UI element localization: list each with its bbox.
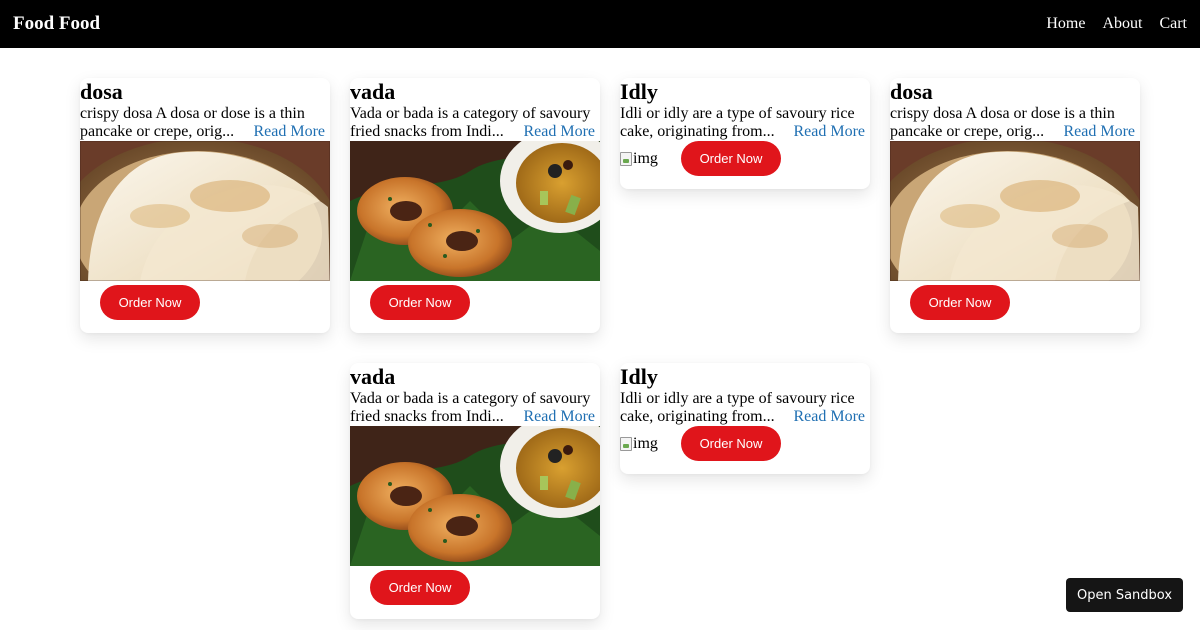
read-more-link[interactable]: Read More [519,408,595,426]
read-more-link[interactable]: Read More [789,123,865,141]
food-card-dosa: dosa crispy dosa A dosa or dose is a thi… [80,78,330,333]
broken-image-icon [620,436,632,451]
card-description: Idli or idly are a type of savoury rice … [620,105,865,141]
vada-image [350,141,600,281]
food-card-idly: Idly Idli or idly are a type of savoury … [620,363,870,474]
order-now-button[interactable]: Order Now [681,426,781,461]
card-title: vada [350,79,396,104]
card-description: crispy dosa A dosa or dose is a thin pan… [890,105,1135,141]
food-card-vada: vada Vada or bada is a category of savou… [350,363,600,619]
read-more-link[interactable]: Read More [519,123,595,141]
order-now-button[interactable]: Order Now [681,141,781,176]
order-now-button[interactable]: Order Now [370,570,470,605]
vada-image [350,426,600,566]
nav-link-about[interactable]: About [1102,15,1142,33]
card-title: Idly [620,364,658,389]
food-card-vada: vada Vada or bada is a category of savou… [350,78,600,333]
card-description: Idli or idly are a type of savoury rice … [620,390,865,426]
order-now-button[interactable]: Order Now [370,285,470,320]
nav-links: Home About Cart [1046,15,1187,33]
card-title: vada [350,364,396,389]
food-card-idly: Idly Idli or idly are a type of savoury … [620,78,870,189]
card-description: Vada or bada is a category of savoury fr… [350,390,595,426]
dosa-image [80,141,330,281]
card-title: dosa [890,79,933,104]
nav-link-home[interactable]: Home [1046,15,1085,33]
card-description: crispy dosa A dosa or dose is a thin pan… [80,105,325,141]
navbar: Food Food Home About Cart [0,0,1200,48]
broken-image-icon [620,151,632,166]
card-title: dosa [80,79,123,104]
nav-link-cart[interactable]: Cart [1159,15,1187,33]
card-title: Idly [620,79,658,104]
brand-logo[interactable]: Food Food [13,13,100,35]
read-more-link[interactable]: Read More [249,123,325,141]
dosa-image [890,141,1140,281]
read-more-link[interactable]: Read More [789,408,865,426]
read-more-link[interactable]: Read More [1059,123,1135,141]
broken-image: img [620,150,681,168]
food-card-dosa: dosa crispy dosa A dosa or dose is a thi… [890,78,1140,333]
broken-image: img [620,435,681,453]
card-description: Vada or bada is a category of savoury fr… [350,105,595,141]
order-now-button[interactable]: Order Now [100,285,200,320]
order-now-button[interactable]: Order Now [910,285,1010,320]
open-sandbox-button[interactable]: Open Sandbox [1066,578,1183,612]
